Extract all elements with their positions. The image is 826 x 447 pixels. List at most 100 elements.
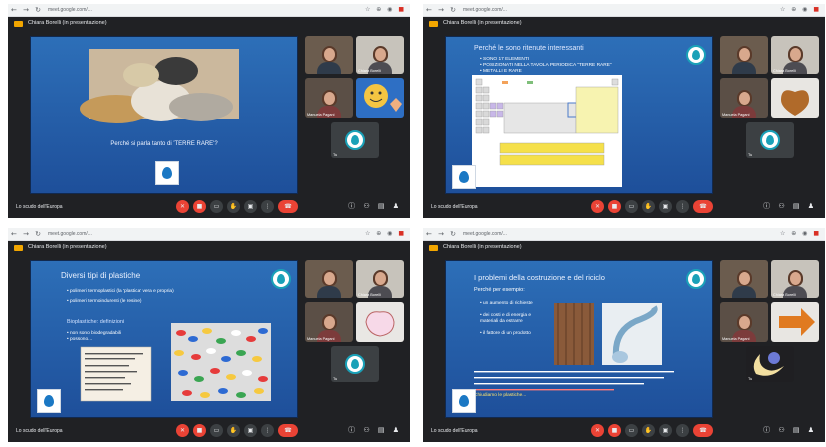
raise-hand-button[interactable]: ✋ <box>642 200 655 213</box>
presenter-bar: Chiara Borelli (in presentazione) <box>8 17 410 31</box>
side-panel-icons[interactable]: ⓘ ⚇ ▤ ♟ <box>763 201 817 211</box>
periodic-table-graphic <box>475 78 619 166</box>
present-button[interactable]: ▣ <box>244 200 257 213</box>
presentation-slide: Perché le sono ritenute interessanti • S… <box>445 36 713 194</box>
periodic-table-image <box>472 75 622 187</box>
participant-grid: Chiara Borelli Manuela Pagani Tu <box>720 36 820 194</box>
presentation-slide: Diversi tipi di plastiche • polimeri ter… <box>30 260 298 418</box>
captions-button[interactable]: ▭ <box>625 424 638 437</box>
side-panel-icons[interactable]: ⓘ ⚇ ▤ ♟ <box>763 425 817 435</box>
captions-button[interactable]: ▭ <box>625 200 638 213</box>
meeting-name: Lo scudo dell'Europa <box>16 428 63 434</box>
mic-button[interactable]: ✕ <box>591 424 604 437</box>
participant-tile[interactable] <box>305 36 353 74</box>
participant-tile[interactable] <box>720 260 768 298</box>
side-panel-icons[interactable]: ⓘ ⚇ ▤ ♟ <box>348 201 402 211</box>
avatar <box>364 84 402 112</box>
end-call-button[interactable]: ☎ <box>278 200 298 213</box>
mic-button[interactable]: ✕ <box>591 200 604 213</box>
participant-tile[interactable] <box>771 302 819 342</box>
mic-button[interactable]: ✕ <box>176 200 189 213</box>
raise-hand-button[interactable]: ✋ <box>227 200 240 213</box>
meet-window-2: ← → ↻ meet.google.com/... ☆ ⊕ ◉ ■ Chiara… <box>423 4 825 218</box>
meet-logo-icon <box>429 21 438 27</box>
extensions-icons[interactable]: ☆ ⊕ ◉ ■ <box>365 6 406 13</box>
extensions-icons[interactable]: ☆ ⊕ ◉ ■ <box>780 230 821 237</box>
address-bar[interactable]: meet.google.com/... <box>463 7 693 14</box>
logo-icon <box>345 354 365 374</box>
slide-caption: Perché si parla tanto di 'TERRE RARE'? <box>110 141 218 147</box>
more-options-button[interactable]: ⋮ <box>261 424 274 437</box>
more-options-button[interactable]: ⋮ <box>676 424 689 437</box>
participant-tile[interactable] <box>305 260 353 298</box>
more-options-button[interactable]: ⋮ <box>261 200 274 213</box>
participant-tile[interactable] <box>356 302 404 342</box>
presenter-title: Chiara Borelli (in presentazione) <box>28 244 107 250</box>
present-button[interactable]: ▣ <box>659 200 672 213</box>
self-tile[interactable]: Tu <box>331 122 379 158</box>
raise-hand-button[interactable]: ✋ <box>227 424 240 437</box>
browser-nav-icons[interactable]: ← → ↻ <box>11 6 43 14</box>
meeting-name: Lo scudo dell'Europa <box>431 428 478 434</box>
more-options-button[interactable]: ⋮ <box>676 200 689 213</box>
browser-nav-icons[interactable]: ← → ↻ <box>426 230 458 238</box>
camera-button[interactable]: ■ <box>608 424 621 437</box>
address-bar[interactable]: meet.google.com/... <box>48 7 278 14</box>
extensions-icons[interactable]: ☆ ⊕ ◉ ■ <box>780 6 821 13</box>
participant-tile[interactable]: Chiara Borelli <box>356 36 404 74</box>
browser-nav-icons[interactable]: ← → ↻ <box>11 230 43 238</box>
self-tile[interactable]: Tu <box>746 122 794 158</box>
present-button[interactable]: ▣ <box>244 424 257 437</box>
participant-tile[interactable]: Chiara Borelli <box>771 260 819 298</box>
moon-avatar <box>753 352 784 376</box>
meet-window-4: ← → ↻ meet.google.com/... ☆ ⊕ ◉ ■ Chiara… <box>423 228 825 442</box>
browser-nav-icons[interactable]: ← → ↻ <box>426 6 458 14</box>
captions-button[interactable]: ▭ <box>210 424 223 437</box>
end-call-button[interactable]: ☎ <box>693 424 713 437</box>
participant-tile[interactable] <box>720 36 768 74</box>
avatar <box>365 311 395 337</box>
raise-hand-button[interactable]: ✋ <box>642 424 655 437</box>
participant-tile[interactable]: Chiara Borelli <box>356 260 404 298</box>
presenter-bar: Chiara Borelli (in presentazione) <box>423 17 825 31</box>
end-call-button[interactable]: ☎ <box>693 200 713 213</box>
extensions-icons[interactable]: ☆ ⊕ ◉ ■ <box>365 230 406 237</box>
captions-button[interactable]: ▭ <box>210 200 223 213</box>
logo-icon <box>345 130 365 150</box>
meet-logo-icon <box>14 245 23 251</box>
participant-tile[interactable]: Chiara Borelli <box>771 36 819 74</box>
participant-tile[interactable] <box>356 78 404 118</box>
plastic-pellets-image <box>80 323 271 402</box>
self-tile[interactable]: Tu <box>746 346 794 382</box>
presenter-bar: Chiara Borelli (in presentazione) <box>8 241 410 255</box>
school-logo-icon <box>452 165 476 189</box>
meet-controls: Lo scudo dell'Europa ✕ ■ ▭ ✋ ▣ ⋮ ☎ ⓘ ⚇ ▤… <box>8 420 410 442</box>
participant-tile[interactable] <box>771 78 819 118</box>
participant-tile[interactable]: Manuela Pagani <box>720 78 768 118</box>
meeting-name: Lo scudo dell'Europa <box>431 204 478 210</box>
mic-button[interactable]: ✕ <box>176 424 189 437</box>
participant-tile[interactable]: Manuela Pagani <box>720 302 768 342</box>
side-panel-icons[interactable]: ⓘ ⚇ ▤ ♟ <box>348 425 402 435</box>
participant-tile[interactable]: Manuela Pagani <box>305 302 353 342</box>
participant-tile[interactable]: Manuela Pagani <box>305 78 353 118</box>
end-call-button[interactable]: ☎ <box>278 424 298 437</box>
self-tile[interactable]: Tu <box>331 346 379 382</box>
present-button[interactable]: ▣ <box>659 424 672 437</box>
meet-controls: Lo scudo dell'Europa ✕ ■ ▭ ✋ ▣ ⋮ ☎ ⓘ ⚇ ▤… <box>423 420 825 442</box>
camera-button[interactable]: ■ <box>193 424 206 437</box>
presenter-title: Chiara Borelli (in presentazione) <box>28 20 107 26</box>
slide-footer-text: Chiudiamo le plastiche... <box>474 393 527 398</box>
logo-icon <box>686 45 706 65</box>
camera-button[interactable]: ■ <box>193 200 206 213</box>
meet-controls: Lo scudo dell'Europa ✕ ■ ▭ ✋ ▣ ⋮ ☎ ⓘ ⚇ ▤… <box>8 196 410 218</box>
avatar <box>779 308 815 336</box>
address-bar[interactable]: meet.google.com/... <box>463 231 693 238</box>
presenter-bar: Chiara Borelli (in presentazione) <box>423 241 825 255</box>
presentation-slide: I problemi della costruzione e del ricic… <box>445 260 713 418</box>
browser-toolbar: ← → ↻ meet.google.com/... ☆ ⊕ ◉ ■ <box>423 228 825 241</box>
logo-icon <box>760 130 780 150</box>
camera-button[interactable]: ■ <box>608 200 621 213</box>
meet-logo-icon <box>14 21 23 27</box>
address-bar[interactable]: meet.google.com/... <box>48 231 278 238</box>
